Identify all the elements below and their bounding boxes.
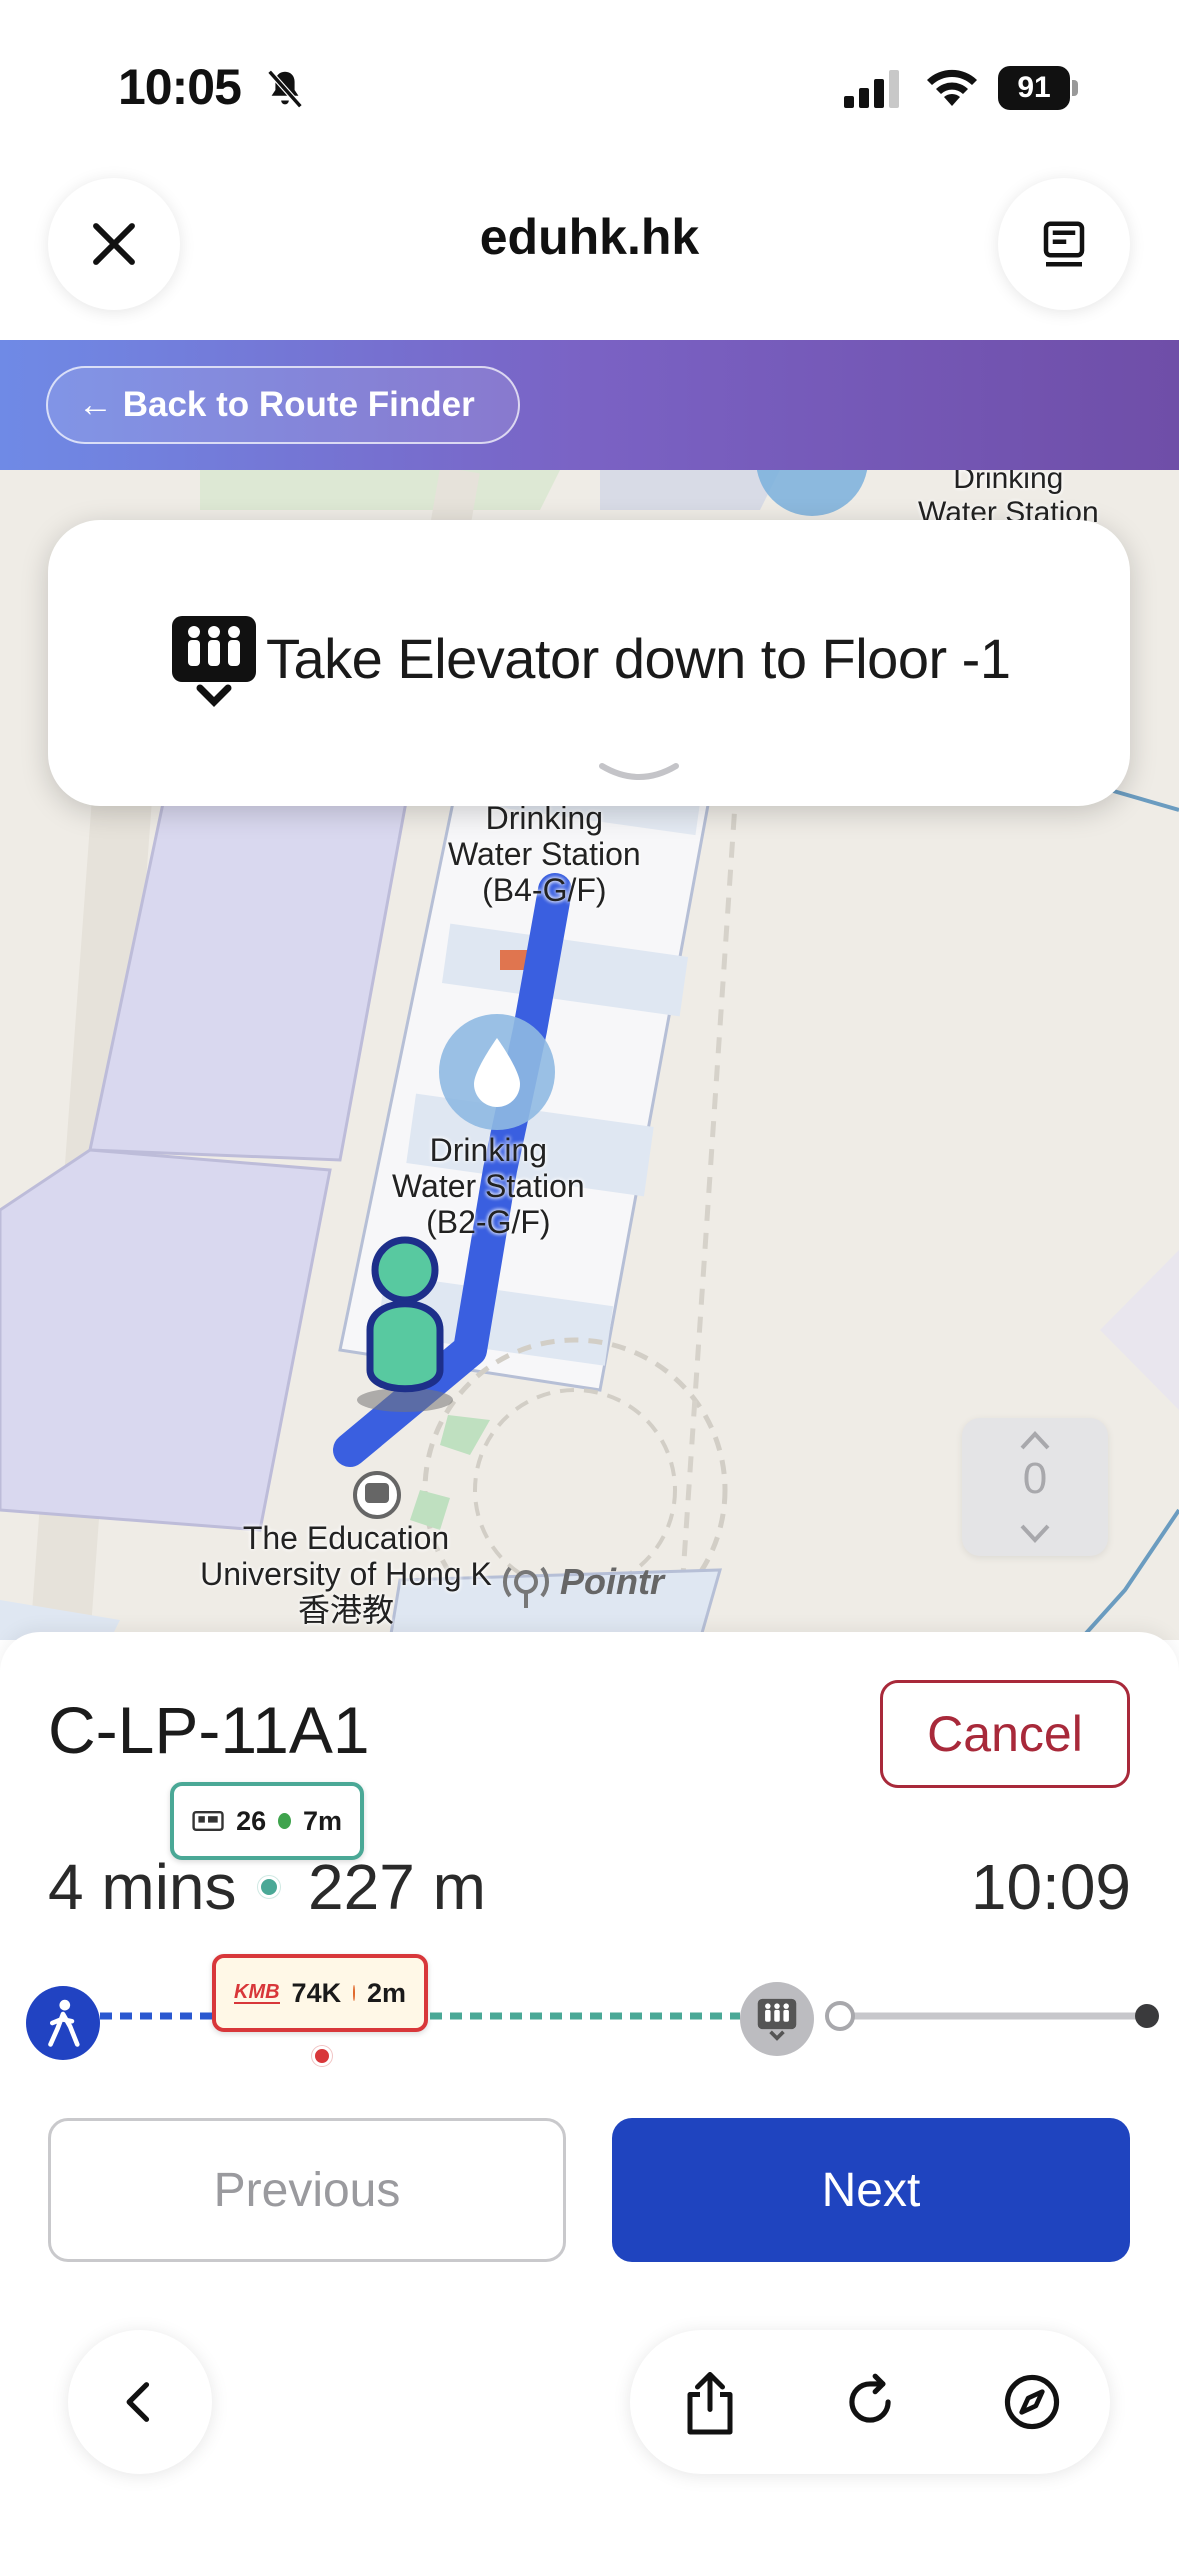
map-label-campus: The Education University of Hong K 香港教 <box>200 1520 492 1628</box>
pointr-attribution: Pointr <box>498 1554 664 1610</box>
bus-route-number: 26 <box>236 1805 267 1836</box>
bus-route-badge[interactable]: 26 7m <box>170 1782 364 1860</box>
chevron-left-icon <box>126 2382 150 2422</box>
share-button[interactable] <box>674 2366 746 2438</box>
back-to-route-finder-label: ← Back to Route Finder <box>78 385 475 424</box>
elevator-small-icon <box>757 1998 797 2041</box>
floor-level-value: 0 <box>1022 1454 1048 1503</box>
browser-actions-group <box>630 2330 1110 2474</box>
share-icon <box>687 2372 733 2435</box>
back-to-route-finder-button[interactable]: ← Back to Route Finder <box>46 366 520 444</box>
bus-eta-dot <box>278 1813 291 1829</box>
map-label-drinking-b2: Drinking Water Station (B2-G/F) <box>392 1132 585 1240</box>
pointr-label: Pointr <box>560 1561 664 1602</box>
compass-icon <box>1004 2374 1060 2430</box>
kmb-stop-marker <box>312 2046 332 2066</box>
status-time: 10:05 <box>118 59 242 115</box>
browser-back-button[interactable] <box>68 2330 212 2474</box>
route-distance: 227 m <box>308 1851 486 1923</box>
cancel-button[interactable]: Cancel <box>880 1680 1130 1788</box>
battery-nub <box>1072 80 1078 96</box>
route-header: ← Back to Route Finder <box>0 340 1179 470</box>
route-name: C-LP-11A1 <box>48 1693 370 1767</box>
walk-step-marker <box>26 1986 100 2060</box>
bus-route-time: 7m <box>302 1805 342 1836</box>
instruction-text: Take Elevator down to Floor -1 <box>266 627 1011 690</box>
previous-button[interactable]: Previous <box>48 2118 566 2262</box>
battery-indicator: 91 <box>998 66 1078 110</box>
compass-button[interactable] <box>996 2366 1068 2438</box>
bus-icon <box>192 1810 224 1832</box>
route-progress-track <box>100 2001 1159 2031</box>
browser-top-bar: eduhk.hk <box>0 170 1179 340</box>
chevron-up-icon[interactable] <box>1016 1428 1054 1452</box>
elevator-step-marker <box>740 1982 814 2056</box>
bus-stop-marker <box>258 1876 280 1898</box>
instruction-card[interactable]: Take Elevator down to Floor -1 <box>48 520 1130 806</box>
reader-button[interactable] <box>998 178 1130 310</box>
map-label-drinking-b4: Drinking Water Station (B4-G/F) <box>448 800 641 908</box>
wifi-icon <box>927 69 977 106</box>
pointr-logo-icon <box>502 1566 550 1608</box>
status-bar: 10:05 91 <box>0 0 1179 170</box>
bell-off-icon <box>267 69 303 109</box>
reload-button[interactable] <box>834 2366 906 2438</box>
reader-icon <box>1043 221 1085 267</box>
expand-chevron-icon[interactable] <box>596 758 682 784</box>
reload-icon <box>849 2373 891 2423</box>
route-duration: 4 mins <box>48 1851 237 1923</box>
route-eta: 10:09 <box>970 1851 1131 1923</box>
elevator-icon <box>172 616 256 707</box>
next-button[interactable]: Next <box>612 2118 1130 2262</box>
chevron-down-icon[interactable] <box>1016 1522 1054 1546</box>
cellular-signal-icon <box>844 70 899 108</box>
floor-selector[interactable]: 0 <box>962 1418 1108 1556</box>
battery-level: 91 <box>998 66 1070 110</box>
walking-icon <box>48 1999 80 2047</box>
